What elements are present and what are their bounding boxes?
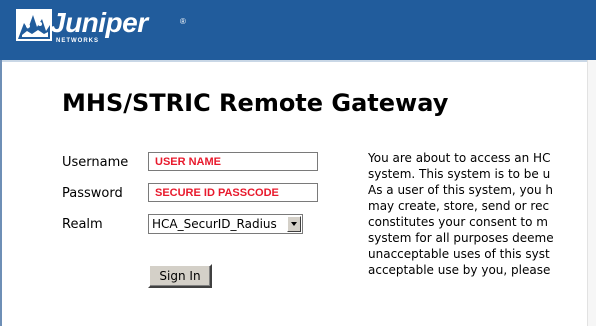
notice-line: unacceptable uses of this syst bbox=[368, 247, 550, 261]
username-label: Username bbox=[62, 155, 129, 170]
scrollbar-edge[interactable] bbox=[587, 60, 596, 326]
juniper-logo-icon bbox=[16, 9, 52, 41]
realm-select[interactable]: HCA_SecurID_Radius bbox=[148, 214, 303, 234]
logo-registered-mark: ® bbox=[180, 17, 186, 26]
realm-selected-value: HCA_SecurID_Radius bbox=[152, 217, 277, 231]
notice-line: system for all purposes deeme bbox=[368, 231, 554, 245]
logo-wordmark: Juniper bbox=[50, 7, 148, 38]
sign-in-button[interactable]: Sign In bbox=[148, 264, 212, 288]
realm-label: Realm bbox=[62, 217, 103, 232]
notice-line: acceptable use by you, please bbox=[368, 263, 551, 277]
chevron-down-icon[interactable] bbox=[287, 216, 301, 232]
notice-line: As a user of this system, you h bbox=[368, 183, 554, 197]
password-label: Password bbox=[62, 186, 123, 201]
left-border bbox=[0, 60, 2, 326]
logo-subtext: NETWORKS bbox=[56, 38, 99, 44]
usage-notice: You are about to access an HC system. Th… bbox=[368, 150, 588, 278]
notice-line: You are about to access an HC bbox=[368, 151, 551, 165]
page-title: MHS/STRIC Remote Gateway bbox=[62, 89, 449, 117]
notice-line: may create, store, send or rec bbox=[368, 199, 550, 213]
notice-line: constitutes your consent to m bbox=[368, 215, 548, 229]
notice-line: system. This system is to be u bbox=[368, 167, 551, 181]
header-bar: Juniper ® NETWORKS bbox=[0, 0, 596, 60]
header-divider bbox=[0, 60, 596, 62]
username-input[interactable] bbox=[148, 152, 318, 171]
login-page: Juniper ® NETWORKS MHS/STRIC Remote Gate… bbox=[0, 0, 596, 326]
password-input[interactable] bbox=[148, 183, 318, 202]
